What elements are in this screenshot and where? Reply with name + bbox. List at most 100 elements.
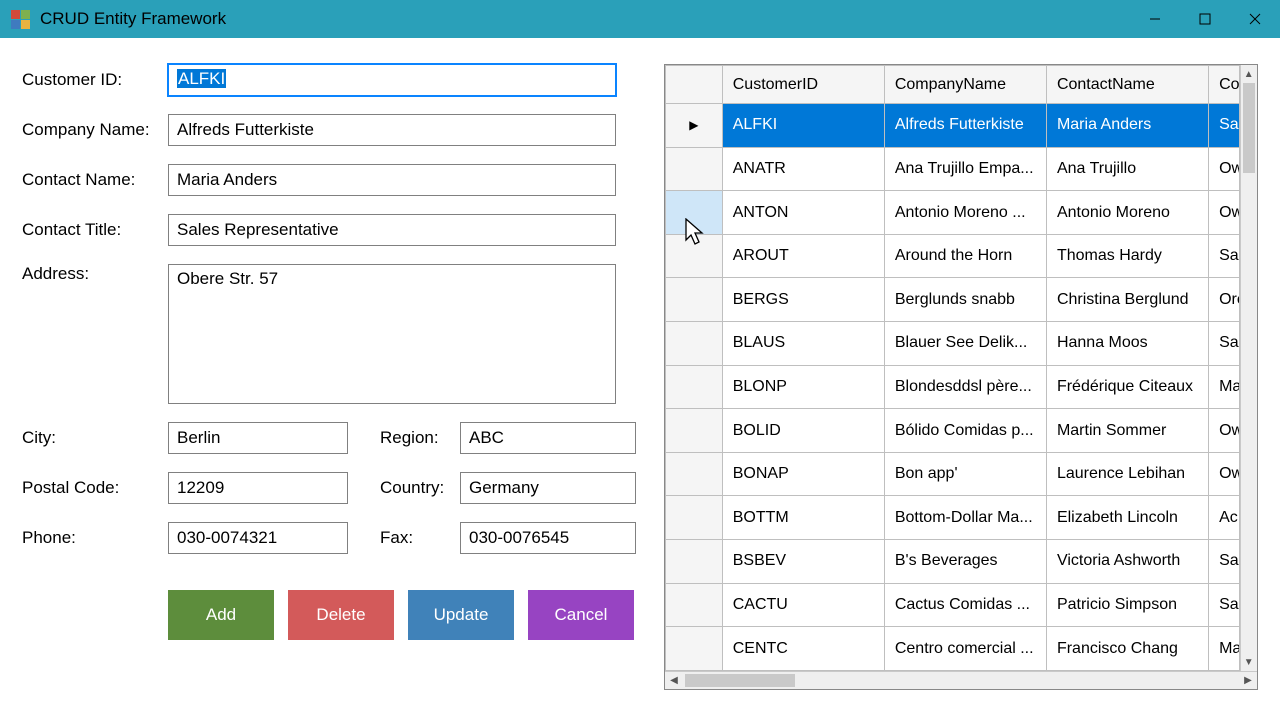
cell-ct[interactable]: Sa [1209, 583, 1239, 627]
table-row[interactable]: BERGSBerglunds snabbChristina BerglundOr… [666, 278, 1240, 322]
postal-code-input[interactable] [168, 472, 348, 504]
cell-id[interactable]: ALFKI [722, 104, 884, 148]
update-button[interactable]: Update [408, 590, 514, 640]
title-bar[interactable]: CRUD Entity Framework [0, 0, 1280, 38]
cell-contact[interactable]: Hanna Moos [1046, 322, 1208, 366]
cell-company[interactable]: Around the Horn [884, 234, 1046, 278]
cell-company[interactable]: Antonio Moreno ... [884, 191, 1046, 235]
data-grid[interactable]: CustomerID CompanyName ContactName Co ▶A… [664, 64, 1258, 690]
row-header[interactable] [666, 322, 723, 366]
cell-contact[interactable]: Laurence Lebihan [1046, 452, 1208, 496]
cell-company[interactable]: Bólido Comidas p... [884, 409, 1046, 453]
scroll-up-icon[interactable]: ▲ [1241, 65, 1258, 83]
cell-company[interactable]: B's Beverages [884, 540, 1046, 584]
cell-ct[interactable]: Ow [1209, 452, 1239, 496]
cell-company[interactable]: Bon app' [884, 452, 1046, 496]
cell-contact[interactable]: Frédérique Citeaux [1046, 365, 1208, 409]
cell-company[interactable]: Blauer See Delik... [884, 322, 1046, 366]
contact-name-input[interactable] [168, 164, 616, 196]
column-header-contacttitle[interactable]: Co [1209, 66, 1239, 104]
delete-button[interactable]: Delete [288, 590, 394, 640]
company-name-input[interactable] [168, 114, 616, 146]
minimize-button[interactable] [1130, 0, 1180, 38]
cancel-button[interactable]: Cancel [528, 590, 634, 640]
cell-id[interactable]: BERGS [722, 278, 884, 322]
cell-id[interactable]: ANATR [722, 147, 884, 191]
cell-id[interactable]: BOLID [722, 409, 884, 453]
row-header[interactable] [666, 191, 723, 235]
address-input[interactable]: Obere Str. 57 [168, 264, 616, 404]
table-row[interactable]: BLONPBlondesddsl père...Frédérique Citea… [666, 365, 1240, 409]
table-row[interactable]: ANTONAntonio Moreno ...Antonio MorenoOw [666, 191, 1240, 235]
customer-id-input[interactable]: ALFKI [168, 64, 616, 96]
cell-company[interactable]: Berglunds snabb [884, 278, 1046, 322]
cell-contact[interactable]: Martin Sommer [1046, 409, 1208, 453]
cell-company[interactable]: Alfreds Futterkiste [884, 104, 1046, 148]
cell-id[interactable]: BONAP [722, 452, 884, 496]
table-row[interactable]: BONAPBon app'Laurence LebihanOw [666, 452, 1240, 496]
table-row[interactable]: ▶ALFKIAlfreds FutterkisteMaria AndersSa [666, 104, 1240, 148]
table-row[interactable]: BOTTMBottom-Dollar Ma...Elizabeth Lincol… [666, 496, 1240, 540]
cell-id[interactable]: BLAUS [722, 322, 884, 366]
horizontal-scrollbar[interactable]: ◀ ▶ [665, 671, 1257, 689]
fax-input[interactable] [460, 522, 636, 554]
table-row[interactable]: BOLIDBólido Comidas p...Martin SommerOw [666, 409, 1240, 453]
cell-contact[interactable]: Patricio Simpson [1046, 583, 1208, 627]
cell-contact[interactable]: Thomas Hardy [1046, 234, 1208, 278]
cell-ct[interactable]: Sa [1209, 234, 1239, 278]
vertical-scroll-thumb[interactable] [1243, 83, 1256, 173]
cell-company[interactable]: Centro comercial ... [884, 627, 1046, 671]
cell-id[interactable]: ANTON [722, 191, 884, 235]
table-row[interactable]: CENTCCentro comercial ...Francisco Chang… [666, 627, 1240, 671]
cell-ct[interactable]: Sa [1209, 322, 1239, 366]
cell-ct[interactable]: Sa [1209, 104, 1239, 148]
row-header[interactable] [666, 627, 723, 671]
cell-contact[interactable]: Ana Trujillo [1046, 147, 1208, 191]
row-header[interactable]: ▶ [666, 104, 723, 148]
cell-contact[interactable]: Antonio Moreno [1046, 191, 1208, 235]
cell-contact[interactable]: Christina Berglund [1046, 278, 1208, 322]
table-row[interactable]: BLAUSBlauer See Delik...Hanna MoosSa [666, 322, 1240, 366]
vertical-scrollbar[interactable]: ▲ ▼ [1240, 65, 1258, 671]
column-header-customerid[interactable]: CustomerID [722, 66, 884, 104]
cell-id[interactable]: CACTU [722, 583, 884, 627]
cell-contact[interactable]: Maria Anders [1046, 104, 1208, 148]
row-header[interactable] [666, 278, 723, 322]
scroll-down-icon[interactable]: ▼ [1241, 653, 1258, 671]
row-header[interactable] [666, 496, 723, 540]
cell-contact[interactable]: Francisco Chang [1046, 627, 1208, 671]
scroll-left-icon[interactable]: ◀ [665, 675, 683, 686]
cell-id[interactable]: BOTTM [722, 496, 884, 540]
table-row[interactable]: CACTUCactus Comidas ...Patricio SimpsonS… [666, 583, 1240, 627]
cell-id[interactable]: BLONP [722, 365, 884, 409]
row-header[interactable] [666, 409, 723, 453]
cell-contact[interactable]: Victoria Ashworth [1046, 540, 1208, 584]
cell-id[interactable]: AROUT [722, 234, 884, 278]
city-input[interactable] [168, 422, 348, 454]
row-header[interactable] [666, 540, 723, 584]
cell-company[interactable]: Bottom-Dollar Ma... [884, 496, 1046, 540]
cell-company[interactable]: Cactus Comidas ... [884, 583, 1046, 627]
cell-ct[interactable]: Ow [1209, 409, 1239, 453]
cell-company[interactable]: Ana Trujillo Empa... [884, 147, 1046, 191]
cell-id[interactable]: BSBEV [722, 540, 884, 584]
table-row[interactable]: ANATRAna Trujillo Empa...Ana TrujilloOw [666, 147, 1240, 191]
maximize-button[interactable] [1180, 0, 1230, 38]
row-header[interactable] [666, 234, 723, 278]
grid-corner-cell[interactable] [666, 66, 723, 104]
cell-ct[interactable]: Ow [1209, 147, 1239, 191]
cell-contact[interactable]: Elizabeth Lincoln [1046, 496, 1208, 540]
horizontal-scroll-thumb[interactable] [685, 674, 795, 687]
cell-company[interactable]: Blondesddsl père... [884, 365, 1046, 409]
cell-id[interactable]: CENTC [722, 627, 884, 671]
cell-ct[interactable]: Ma [1209, 365, 1239, 409]
add-button[interactable]: Add [168, 590, 274, 640]
row-header[interactable] [666, 583, 723, 627]
region-input[interactable] [460, 422, 636, 454]
cell-ct[interactable]: Ac [1209, 496, 1239, 540]
row-header[interactable] [666, 147, 723, 191]
scroll-right-icon[interactable]: ▶ [1239, 675, 1257, 686]
contact-title-input[interactable] [168, 214, 616, 246]
table-row[interactable]: BSBEVB's BeveragesVictoria AshworthSa [666, 540, 1240, 584]
country-input[interactable] [460, 472, 636, 504]
